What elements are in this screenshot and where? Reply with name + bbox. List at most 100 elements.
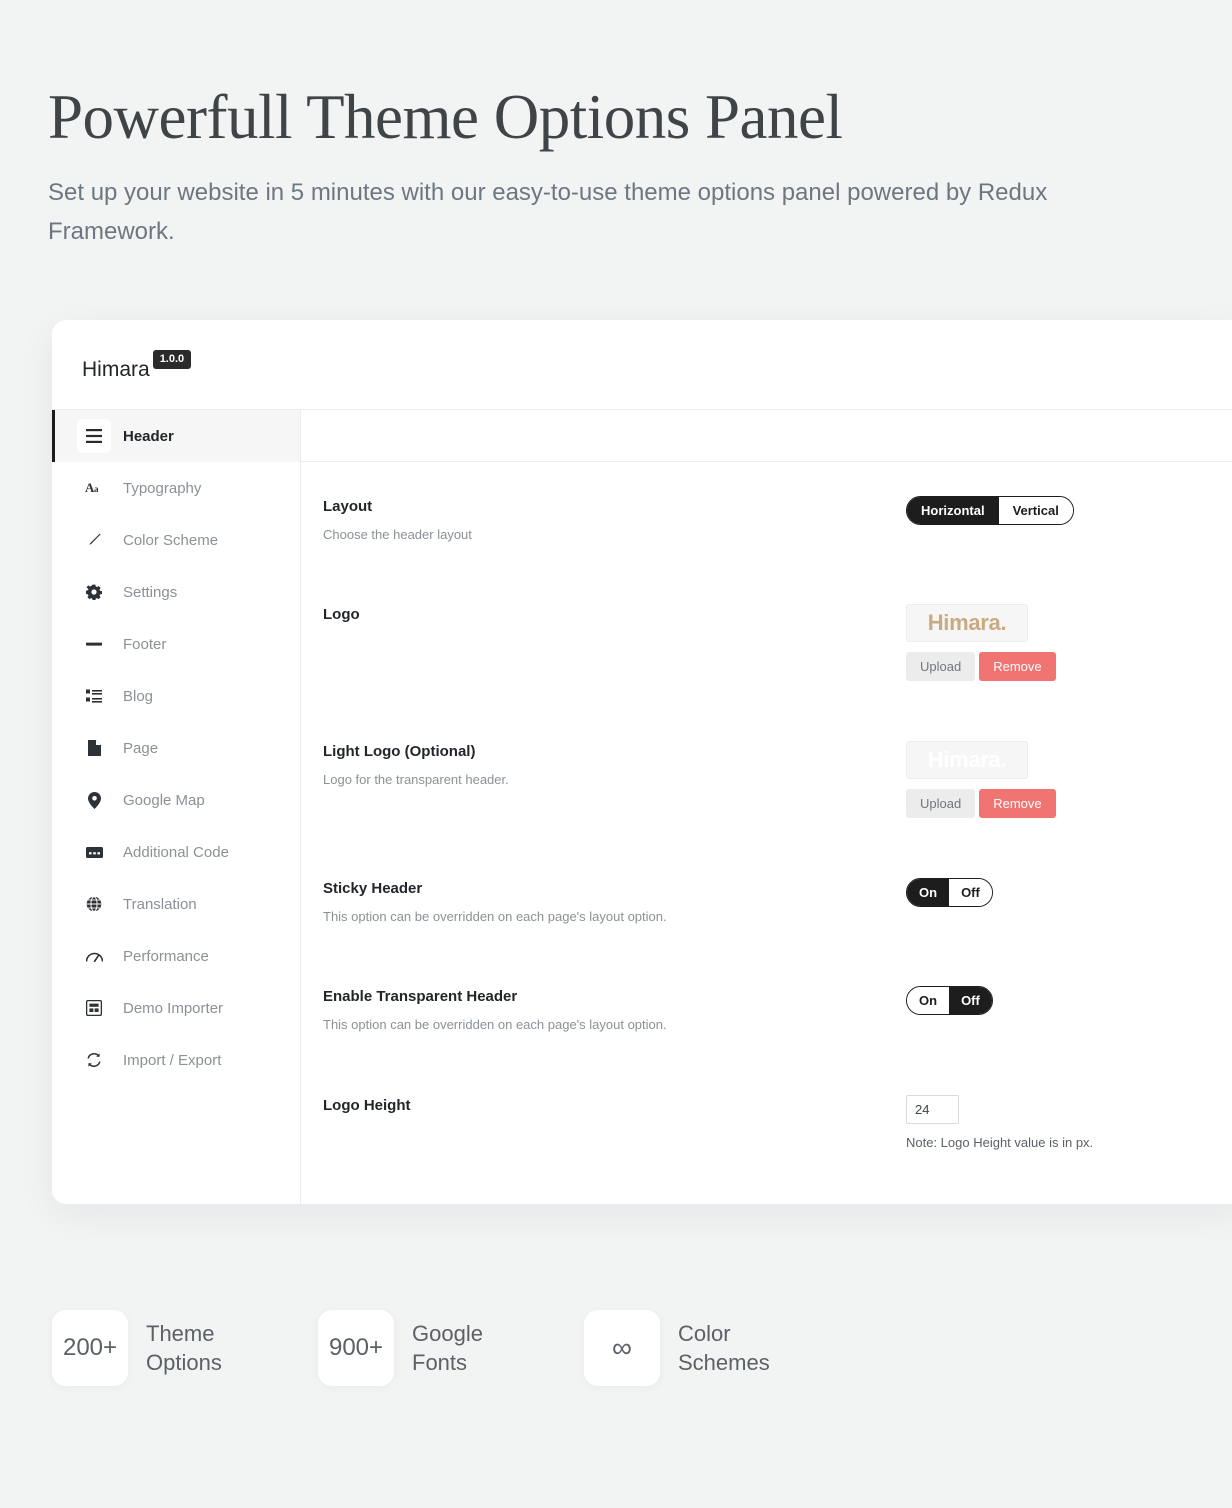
feature-google-fonts: 900+ Google Fonts — [318, 1310, 542, 1386]
option-description: This option can be overridden on each pa… — [323, 909, 667, 925]
sticky-header-option-on[interactable]: On — [907, 879, 950, 907]
sync-icon — [77, 1043, 111, 1077]
transparent-header-option-off[interactable]: Off — [949, 987, 992, 1015]
option-row-sticky-header: Sticky Header This option can be overrid… — [301, 844, 1232, 952]
sidebar-item-typography[interactable]: Aa Typography — [52, 462, 300, 514]
sticky-header-option-off[interactable]: Off — [949, 879, 992, 907]
svg-text:a: a — [94, 484, 99, 494]
feature-label: Theme Options — [146, 1320, 222, 1375]
sidebar-item-label: Additional Code — [123, 843, 229, 861]
option-label-group: Layout Choose the header layout — [323, 488, 906, 544]
sticky-header-toggle-group[interactable]: On Off — [906, 878, 993, 908]
panel-header: Himara 1.0.0 — [52, 320, 1232, 410]
feature-color-schemes: ∞ Color Schemes — [584, 1310, 808, 1386]
brand: Himara 1.0.0 — [82, 349, 192, 381]
sidebar-item-label: Color Scheme — [123, 531, 219, 549]
option-title: Layout — [323, 498, 373, 515]
version-badge: 1.0.0 — [152, 349, 192, 369]
sidebar-item-color-scheme[interactable]: Color Scheme — [52, 514, 300, 566]
option-control: Note: Logo margin value is in px. — [906, 1203, 1206, 1204]
transparent-header-toggle-group[interactable]: On Off — [906, 986, 993, 1016]
theme-options-panel: Himara 1.0.0 Header Aa Typography Color … — [52, 320, 1232, 1204]
hero-section: Powerfull Theme Options Panel Set up you… — [48, 84, 1108, 252]
option-control: On Off — [906, 978, 1206, 1016]
sidebar-item-footer[interactable]: Footer — [52, 618, 300, 670]
sidebar-item-label: Header — [123, 427, 174, 445]
minus-icon — [77, 627, 111, 661]
content-toolbar — [301, 410, 1232, 462]
light-logo-actions: Upload Remove — [906, 789, 1206, 819]
option-description: Choose the header layout — [323, 527, 472, 542]
option-row-logo-margin-top: Logo Margin Top Note: Logo margin value … — [301, 1177, 1232, 1204]
sidebar-item-blog[interactable]: Blog — [52, 670, 300, 722]
layout-toggle-group[interactable]: Horizontal Vertical — [906, 496, 1074, 525]
sidebar-item-header[interactable]: Header — [52, 410, 300, 462]
sidebar-item-import-export[interactable]: Import / Export — [52, 1034, 300, 1086]
feature-number: ∞ — [584, 1310, 660, 1386]
feature-label: Google Fonts — [412, 1320, 483, 1375]
sidebar-item-label: Typography — [123, 479, 202, 497]
brand-name: Himara — [82, 357, 150, 381]
sidebar-item-additional-code[interactable]: Additional Code — [52, 826, 300, 878]
option-label-group: Logo — [323, 596, 906, 624]
light-logo-preview-text: Himara. — [927, 747, 1007, 773]
option-row-logo-height: Logo Height Note: Logo Height value is i… — [301, 1061, 1232, 1178]
logo-remove-button[interactable]: Remove — [979, 652, 1056, 682]
feature-number: 200+ — [52, 1310, 128, 1386]
sidebar-item-label: Footer — [123, 635, 167, 653]
list-icon — [77, 679, 111, 713]
panel-body: Header Aa Typography Color Scheme Settin… — [52, 410, 1232, 1204]
option-control: On Off — [906, 870, 1206, 908]
option-row-layout: Layout Choose the header layout Horizont… — [301, 462, 1232, 570]
gauge-icon — [77, 939, 111, 973]
page-root: Powerfull Theme Options Panel Set up you… — [0, 0, 1232, 1508]
sidebar-item-label: Settings — [123, 583, 178, 601]
sidebar-item-translation[interactable]: Translation — [52, 878, 300, 930]
import-box-icon — [77, 991, 111, 1025]
feature-label: Color Schemes — [678, 1320, 770, 1375]
options-content: Layout Choose the header layout Horizont… — [301, 410, 1232, 1204]
feature-badges: 200+ Theme Options 900+ Google Fonts ∞ C… — [52, 1310, 850, 1386]
option-title: Sticky Header — [323, 880, 423, 898]
feature-number: 900+ — [318, 1310, 394, 1386]
light-logo-upload-button[interactable]: Upload — [906, 789, 976, 819]
option-label-group: Sticky Header This option can be overrid… — [323, 870, 906, 926]
gear-icon — [77, 575, 111, 609]
logo-height-input[interactable] — [906, 1094, 959, 1124]
sidebar-item-label: Google Map — [123, 791, 205, 809]
logo-upload-button[interactable]: Upload — [906, 652, 976, 682]
option-label-group: Light Logo (Optional) Logo for the trans… — [323, 733, 906, 789]
option-row-light-logo: Light Logo (Optional) Logo for the trans… — [301, 707, 1232, 844]
brush-icon — [77, 523, 111, 557]
sidebar-item-google-map[interactable]: Google Map — [52, 774, 300, 826]
light-logo-remove-button[interactable]: Remove — [979, 789, 1056, 819]
option-label-group: Enable Transparent Header This option ca… — [323, 978, 906, 1034]
logo-preview: Himara. — [906, 604, 1028, 643]
sidebar-item-label: Performance — [123, 947, 209, 965]
page-subtitle: Set up your website in 5 minutes with ou… — [48, 179, 1048, 246]
layout-option-horizontal[interactable]: Horizontal — [907, 497, 999, 524]
map-pin-icon — [77, 783, 111, 817]
sidebar-item-settings[interactable]: Settings — [52, 566, 300, 618]
option-control: Himara. Upload Remove — [906, 596, 1206, 682]
sidebar-item-demo-importer[interactable]: Demo Importer — [52, 982, 300, 1034]
page-icon — [77, 731, 111, 765]
option-control: Horizontal Vertical — [906, 488, 1206, 525]
option-label-group: Logo Height — [323, 1087, 906, 1115]
typography-icon: Aa — [77, 471, 111, 505]
sidebar-item-label: Translation — [123, 895, 197, 913]
sidebar-item-performance[interactable]: Performance — [52, 930, 300, 982]
option-control: Note: Logo Height value is in px. — [906, 1087, 1206, 1152]
sidebar-item-page[interactable]: Page — [52, 722, 300, 774]
transparent-header-option-on[interactable]: On — [907, 987, 950, 1015]
sidebar-item-label: Import / Export — [123, 1051, 222, 1069]
code-icon — [77, 835, 111, 869]
hamburger-icon — [77, 419, 111, 453]
option-control: Himara. Upload Remove — [906, 733, 1206, 819]
logo-actions: Upload Remove — [906, 652, 1206, 682]
sidebar-item-label: Page — [123, 739, 159, 757]
logo-preview-text: Himara. — [927, 610, 1007, 636]
globe-icon — [77, 887, 111, 921]
options-rows: Layout Choose the header layout Horizont… — [301, 462, 1232, 1204]
layout-option-vertical[interactable]: Vertical — [998, 497, 1073, 524]
